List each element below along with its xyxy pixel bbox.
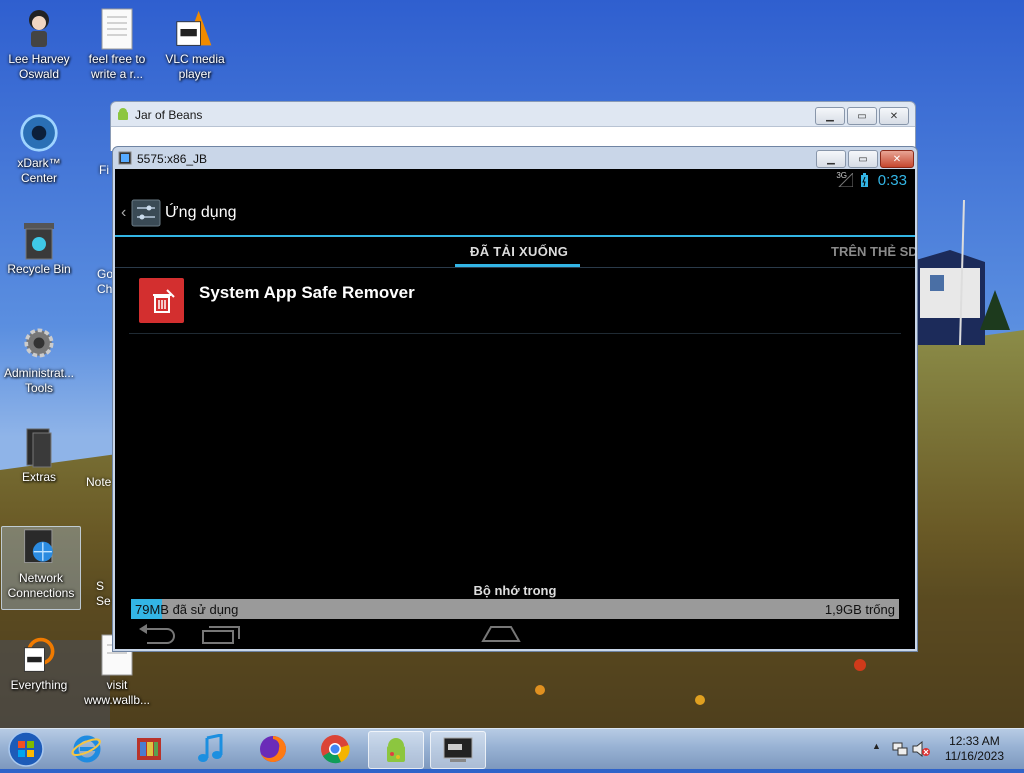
minimize-button[interactable]: ▁	[815, 107, 845, 125]
chevron-left-icon: ‹	[121, 204, 127, 221]
archive-icon	[137, 738, 161, 760]
taskbar-firefox[interactable]	[246, 731, 300, 767]
desktop-icon-vlc[interactable]: VLC media player	[156, 8, 234, 82]
desktop-icon-lee-harvey-oswald[interactable]: Lee Harvey Oswald	[0, 8, 78, 82]
volume-muted-icon[interactable]	[912, 741, 930, 757]
maximize-icon: ▭	[857, 110, 867, 122]
android-screen: 3G 0:33 ‹ Ứng dụng ĐÃ TẢI XUỐNG TRÊN THẺ…	[115, 169, 915, 649]
character-icon	[19, 8, 59, 50]
taskbar: ▲ 12:33 AM 11/16/2023	[0, 728, 1024, 769]
desktop-icon-everything[interactable]: Everything	[0, 634, 78, 693]
battery-icon	[861, 173, 868, 187]
minimize-button[interactable]: ▁	[816, 150, 846, 168]
close-icon: ✕	[889, 110, 899, 122]
action-bar: ‹ Ứng dụng	[115, 191, 915, 237]
desktop-icon-label: Administrat... Tools	[3, 366, 75, 395]
app-name: System App Safe Remover	[199, 283, 415, 302]
taskbar-archive[interactable]	[122, 731, 176, 767]
trash-icon	[139, 278, 184, 323]
maximize-button[interactable]: ▭	[847, 107, 877, 125]
everything-icon	[19, 634, 59, 676]
storage-bar: 79MB đã sử dụng 1,9GB trống	[131, 599, 899, 619]
start-button[interactable]	[5, 730, 47, 768]
desktop-icon-label: visit www.wallb...	[83, 678, 151, 707]
xdark-icon	[19, 112, 59, 154]
minimize-icon: ▁	[826, 110, 834, 122]
minimize-icon: ▁	[827, 153, 835, 165]
desktop-icon-recycle-bin[interactable]: Recycle Bin	[0, 218, 78, 277]
taskbar-ie[interactable]	[60, 731, 114, 767]
chrome-icon	[321, 735, 350, 764]
vlc-icon	[175, 8, 215, 50]
tab-sd-card[interactable]: TRÊN THẺ SD	[831, 244, 915, 259]
desktop-icon-label: Recycle Bin	[7, 262, 71, 276]
recent-apps-icon[interactable]	[201, 623, 241, 645]
tab-downloaded[interactable]: ĐÃ TẢI XUỐNG	[470, 244, 568, 259]
partial-label-note: Note	[86, 475, 112, 489]
maximize-icon: ▭	[858, 153, 868, 165]
tray-time: 12:33 AM	[949, 734, 1000, 748]
tray-expand-icon[interactable]: ▲	[872, 741, 881, 751]
taskbar-music[interactable]	[184, 731, 238, 767]
tab-strip: ĐÃ TẢI XUỐNG TRÊN THẺ SD	[115, 237, 915, 268]
desktop-icon-xdark[interactable]: xDark™ Center	[0, 112, 78, 186]
action-bar-title: Ứng dụng	[165, 204, 237, 221]
desktop-icon-label: Extras	[21, 470, 56, 484]
network-icon	[21, 527, 61, 569]
windows-logo-icon	[8, 731, 44, 767]
navigation-bar	[115, 619, 915, 649]
system-tray: ▲ 12:33 AM 11/16/2023	[864, 729, 1024, 769]
android-icon	[118, 108, 128, 120]
gear-icon	[19, 322, 59, 364]
desktop-icon-extras[interactable]: Extras	[0, 426, 78, 485]
storage-free-text: 1,9GB trống	[824, 602, 895, 617]
close-icon: ✕	[892, 153, 902, 165]
storage-label: Bộ nhớ trong	[473, 583, 557, 598]
network-type: 3G	[836, 171, 847, 180]
android-icon	[118, 151, 132, 165]
taskbar-chrome[interactable]	[308, 731, 362, 767]
storage-used-text: 79MB đã sử dụng	[135, 602, 239, 617]
up-button[interactable]: ‹	[119, 199, 163, 229]
music-note-icon	[198, 734, 223, 762]
desktop-icon-label: Network Connections	[7, 571, 75, 600]
android-jar-icon	[387, 738, 405, 762]
emulator-window[interactable]: 5575:x86_JB ▁ ▭ ✕ 3G 0:33 ‹ Ứng dụng ĐÃ …	[112, 146, 918, 652]
desktop-icon-label: feel free to write a r...	[88, 52, 146, 81]
settings-app-icon	[131, 199, 161, 227]
maximize-button[interactable]: ▭	[848, 150, 878, 168]
taskbar-jar-of-beans[interactable]	[368, 731, 424, 769]
back-icon[interactable]	[137, 623, 177, 645]
desktop-icon-admin-tools[interactable]: Administrat... Tools	[0, 322, 78, 396]
internet-explorer-icon	[71, 735, 101, 763]
home-icon[interactable]	[479, 623, 523, 643]
firefox-icon	[260, 736, 286, 762]
jar-of-beans-window[interactable]: Jar of Beans ▁ ▭ ✕	[110, 101, 916, 151]
window-title: Jar of Beans	[135, 108, 203, 122]
close-button[interactable]: ✕	[880, 150, 914, 168]
status-clock: 0:33	[877, 172, 907, 189]
folder-icon	[19, 426, 59, 468]
status-bar: 3G 0:33	[115, 169, 915, 191]
desktop-icon-label: VLC media player	[165, 52, 225, 81]
partial-label-s: S Se	[96, 579, 111, 608]
list-item[interactable]: System App Safe Remover	[129, 269, 901, 334]
document-icon	[97, 8, 137, 50]
partial-label-go: Go Ch	[97, 267, 114, 296]
taskbar-emulator[interactable]	[430, 731, 486, 769]
tray-clock[interactable]: 12:33 AM 11/16/2023	[945, 734, 1004, 764]
desktop-icon-label: xDark™ Center	[17, 156, 61, 185]
close-button[interactable]: ✕	[879, 107, 909, 125]
desktop-icon-feel-free[interactable]: feel free to write a r...	[78, 8, 156, 82]
tray-date: 11/16/2023	[944, 749, 1004, 763]
desktop-icon-label: Lee Harvey Oswald	[8, 52, 70, 81]
desktop-icon-label: Everything	[10, 678, 68, 692]
partial-label-fi: Fi	[99, 163, 109, 177]
network-tray-icon[interactable]	[892, 741, 908, 757]
emulator-icon	[443, 737, 473, 762]
desktop-icon-network-connections[interactable]: Network Connections	[1, 526, 81, 610]
tab-indicator	[455, 264, 580, 267]
recycle-bin-icon	[19, 218, 59, 260]
window-title: 5575:x86_JB	[137, 152, 208, 166]
